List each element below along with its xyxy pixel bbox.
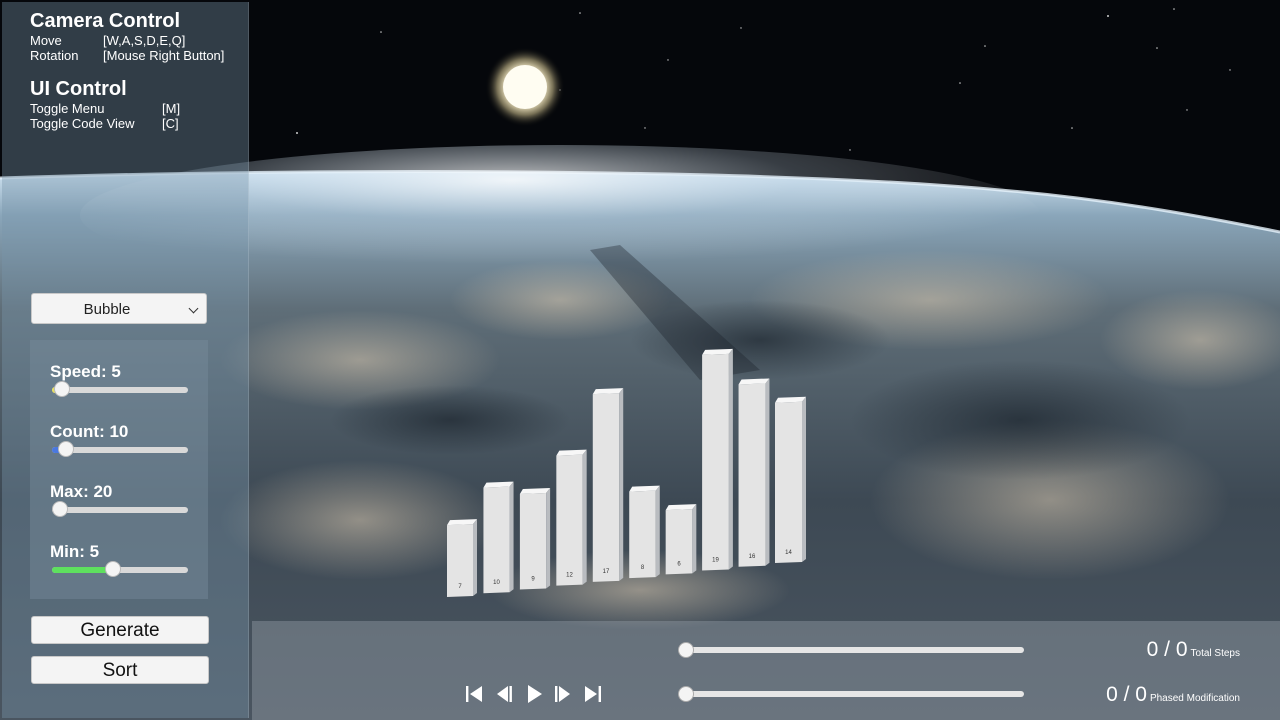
rotation-label: Rotation [30, 48, 79, 63]
slider-thumb[interactable] [105, 561, 122, 577]
slider-track[interactable] [52, 441, 188, 457]
slider-label: Speed: 5 [50, 362, 121, 381]
bar-column [556, 449, 587, 586]
phased-counter: 0 / 0 Phased Modification [1106, 683, 1240, 707]
slider-thumb[interactable] [53, 381, 70, 397]
slider-panel: Speed: 5 Count: 10 Max: 20 Min: 5 [30, 340, 208, 599]
toggle-code-key: [C] [162, 116, 179, 131]
slider-thumb[interactable] [57, 441, 74, 457]
slider-label: Min: 5 [50, 542, 100, 561]
algorithm-selected: Bubble [83, 301, 131, 318]
phased-value: 0 / 0 [1106, 683, 1147, 706]
bar-value-label: 12 [566, 573, 573, 579]
skip-to-start-icon[interactable] [463, 683, 485, 705]
bar-column [483, 481, 514, 594]
move-keys: [W,A,S,D,E,Q] [103, 33, 186, 48]
slider-thumb[interactable] [52, 501, 68, 517]
phase-slider[interactable] [678, 686, 1024, 702]
slider-track[interactable] [52, 381, 188, 397]
bar-value-label: 16 [749, 554, 756, 560]
total-steps-thumb[interactable] [678, 642, 694, 658]
slider-label: Count: 10 [50, 422, 129, 441]
bar-column [592, 388, 624, 582]
bar-value-label: 17 [603, 569, 610, 575]
bar-column [447, 519, 477, 597]
slider-fill [52, 567, 114, 573]
generate-button[interactable]: Generate [31, 616, 209, 644]
phase-thumb[interactable] [678, 686, 694, 702]
sort-button[interactable]: Sort [31, 656, 209, 684]
toggle-code-label: Toggle Code View [30, 116, 135, 131]
bar-column [665, 504, 697, 575]
total-steps-label: Total Steps [1190, 648, 1240, 659]
ui-control-title: UI Control [30, 78, 127, 100]
bar-column [738, 378, 770, 567]
step-back-icon[interactable] [493, 683, 515, 705]
skip-to-end-icon[interactable] [582, 683, 604, 705]
bar-column [519, 488, 551, 590]
step-forward-icon[interactable] [552, 683, 574, 705]
toggle-menu-label: Toggle Menu [30, 101, 105, 116]
slider-label: Max: 20 [50, 482, 113, 501]
total-steps-counter: 0 / 0 Total Steps [1147, 638, 1240, 662]
bar-value-label: 19 [712, 558, 719, 564]
bar-value-label: 10 [493, 580, 500, 586]
chevron-down-icon [188, 303, 199, 314]
toggle-menu-key: [M] [162, 101, 181, 116]
play-icon[interactable] [523, 683, 545, 705]
bar-column [775, 396, 806, 563]
bar-column [702, 348, 733, 571]
algorithm-dropdown[interactable]: Bubble [31, 293, 207, 324]
slider-track[interactable] [52, 561, 188, 577]
move-label: Move [30, 33, 62, 48]
total-steps-slider[interactable] [678, 642, 1024, 658]
total-steps-value: 0 / 0 [1146, 638, 1188, 661]
rotation-keys: [Mouse Right Button] [103, 48, 225, 63]
phased-label: Phased Modification [1149, 693, 1240, 704]
bar-value-label: 14 [785, 550, 792, 556]
camera-control-title: Camera Control [30, 10, 181, 32]
bar-column [629, 485, 660, 579]
slider-track[interactable] [52, 501, 188, 517]
